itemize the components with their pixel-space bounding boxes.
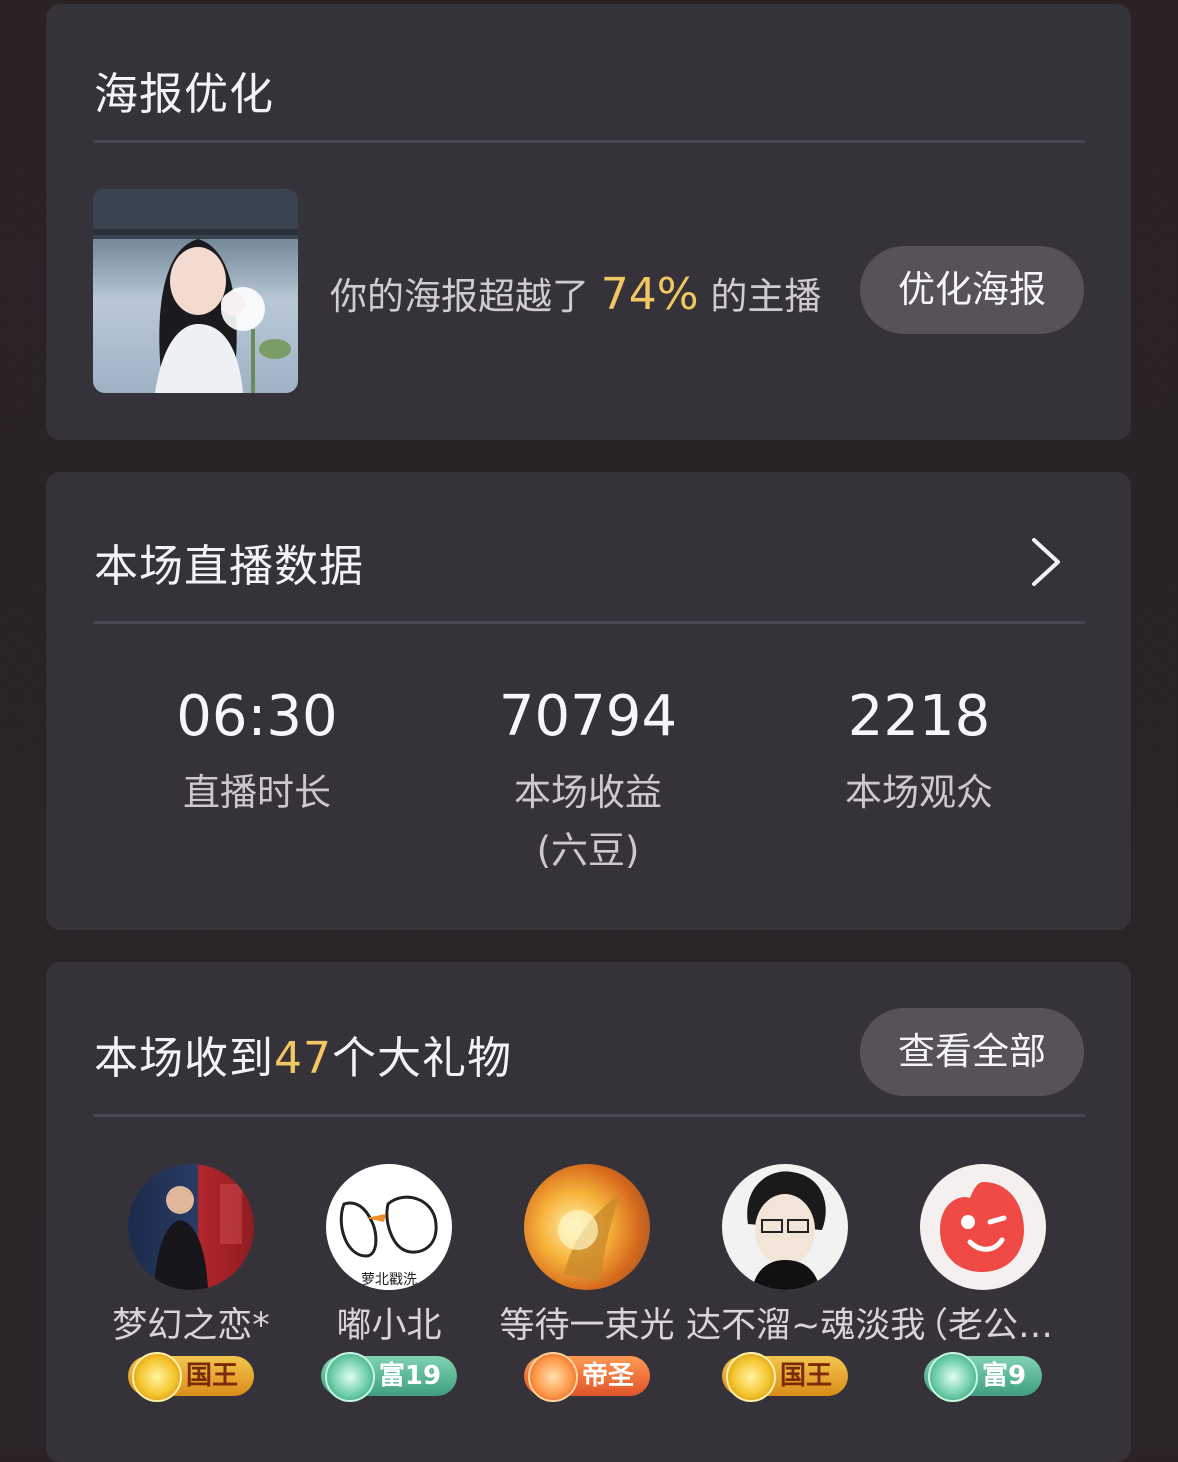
divider	[93, 140, 1085, 143]
wealth-gem-icon	[324, 1352, 375, 1402]
gifts-card-title: 本场收到47个大礼物	[94, 1022, 512, 1086]
stats-card-title: 本场直播数据	[94, 541, 364, 592]
big-gifts-card: 本场收到47个大礼物 查看全部 梦幻之恋* 国王 萝北戳洗 嘟小北 富19 等待…	[46, 962, 1131, 1462]
poster-optimization-card: 海报优化 你的海报超越了 74% 的主播 优化海报	[46, 4, 1131, 440]
poster-rank-prefix: 你的海报超越了	[330, 275, 589, 318]
gifts-title-prefix: 本场收到	[94, 1033, 274, 1084]
wealth-gem-icon	[927, 1352, 978, 1402]
stat-value: 06:30	[176, 684, 338, 749]
level-badge: 帝圣	[523, 1352, 650, 1402]
avatar[interactable]	[128, 1164, 254, 1290]
divider	[93, 1114, 1085, 1117]
level-badge: 国王	[721, 1352, 848, 1402]
stat-earnings: 70794 本场收益 (六豆)	[422, 682, 754, 880]
avatar[interactable]: 萝北戳洗	[326, 1164, 452, 1290]
stat-label: 本场收益 (六豆)	[514, 771, 662, 872]
gifter-item[interactable]: 达不溜~魂淡我 国王	[686, 1164, 926, 1402]
avatar-image	[940, 1182, 1024, 1272]
gifter-item[interactable]: 梦幻之恋* 国王	[92, 1164, 290, 1402]
chevron-right-icon[interactable]	[1026, 534, 1066, 590]
poster-rank-suffix: 的主播	[710, 275, 822, 318]
stat-value: 70794	[498, 684, 678, 749]
avatar-image	[558, 1194, 620, 1282]
poster-image	[93, 189, 298, 393]
avatar[interactable]	[920, 1164, 1046, 1290]
avatar-image: 萝北戳洗	[336, 1195, 442, 1290]
stat-label: 直播时长	[183, 771, 331, 814]
badge-label: 国王	[779, 1361, 832, 1391]
gifter-name: 等待一束光	[499, 1306, 675, 1346]
live-stats-card: 本场直播数据 06:30 直播时长 70794 本场收益 (六豆) 2218 本…	[46, 472, 1131, 930]
stat-value: 2218	[847, 684, 991, 749]
poster-card-title: 海报优化	[94, 69, 274, 120]
emperor-shield-icon	[527, 1352, 578, 1402]
stat-label: 本场观众	[845, 771, 993, 814]
gifts-title-suffix: 个大礼物	[332, 1033, 512, 1084]
avatar[interactable]	[722, 1164, 848, 1290]
avatar[interactable]	[524, 1164, 650, 1290]
poster-thumbnail[interactable]	[93, 189, 298, 393]
svg-text:萝北戳洗: 萝北戳洗	[361, 1272, 417, 1288]
gifter-name: 梦幻之恋*	[112, 1306, 270, 1346]
gifts-count: 47	[274, 1033, 332, 1084]
gifter-name: 嘟小北	[336, 1306, 442, 1346]
crown-coin-icon	[131, 1352, 182, 1402]
badge-label: 帝圣	[581, 1361, 634, 1391]
gifter-item[interactable]: 等待一束光 帝圣	[488, 1164, 686, 1402]
badge-label: 国王	[185, 1361, 238, 1391]
level-badge: 富9	[923, 1352, 1043, 1402]
badge-label: 富19	[378, 1361, 442, 1391]
crown-coin-icon	[725, 1352, 776, 1402]
gifter-item[interactable]: （老公… 富9	[884, 1164, 1082, 1402]
poster-rank-text: 你的海报超越了 74% 的主播	[330, 266, 821, 320]
stat-audience: 2218 本场观众	[753, 682, 1085, 822]
gifter-item[interactable]: 萝北戳洗 嘟小北 富19	[290, 1164, 488, 1402]
avatar-image	[747, 1171, 826, 1290]
level-badge: 富19	[320, 1352, 458, 1402]
badge-label: 富9	[981, 1361, 1027, 1391]
divider	[93, 621, 1085, 624]
level-badge: 国王	[127, 1352, 254, 1402]
poster-rank-percent: 74%	[600, 269, 699, 320]
gifter-name: （老公…	[912, 1306, 1053, 1346]
gifter-name: 达不溜~魂淡我	[686, 1306, 926, 1346]
optimize-poster-button[interactable]: 优化海报	[860, 246, 1084, 334]
stat-duration: 06:30 直播时长	[91, 682, 423, 822]
avatar-image	[154, 1184, 242, 1290]
view-all-button[interactable]: 查看全部	[860, 1008, 1084, 1096]
